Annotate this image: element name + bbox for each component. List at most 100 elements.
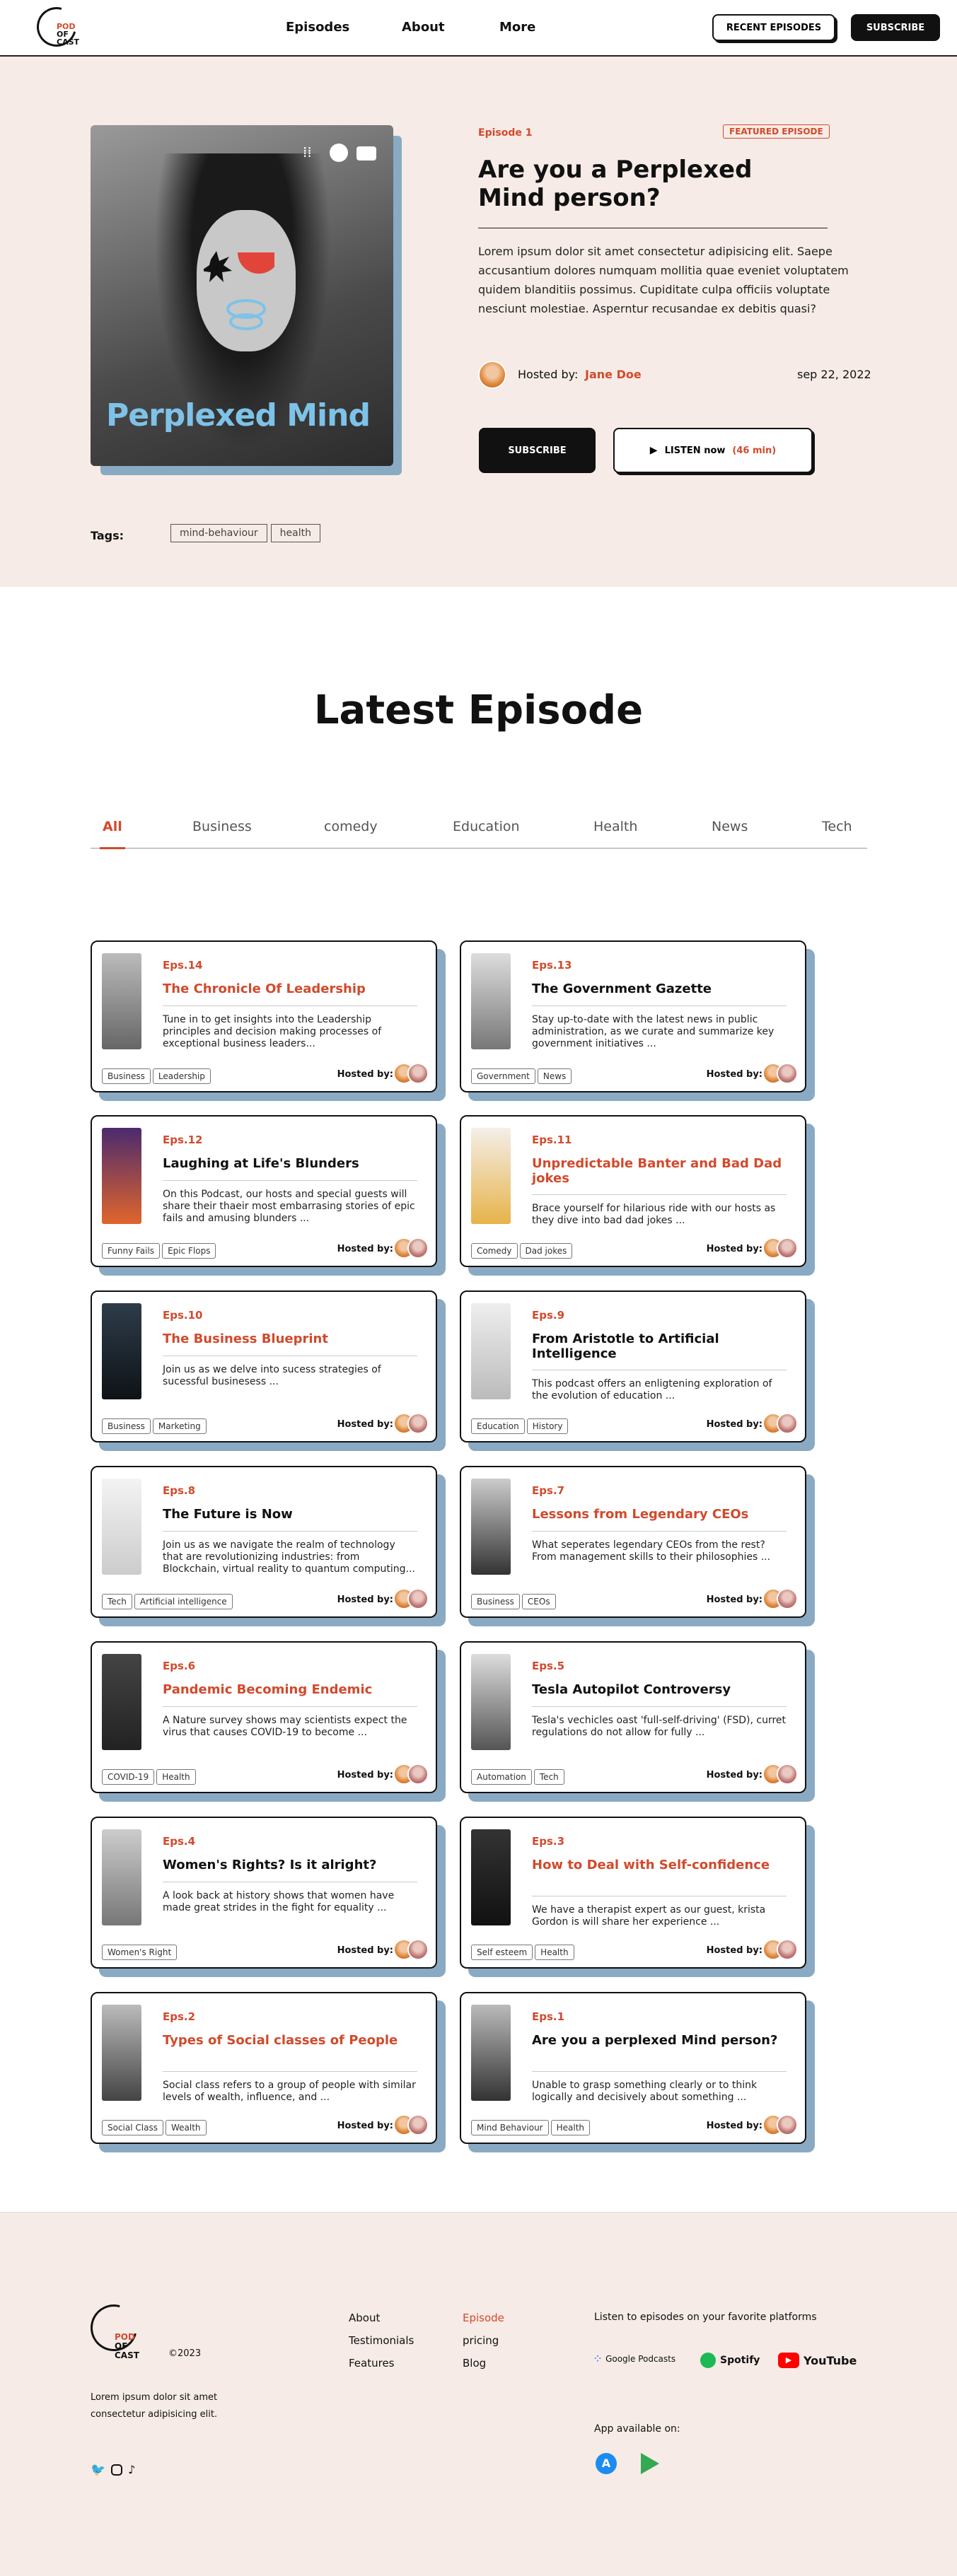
episode-title[interactable]: The Future is Now [163, 1507, 417, 1522]
episode-number: Eps.1 [532, 2010, 565, 2023]
episode-tag[interactable]: Social Class [102, 2120, 163, 2135]
episode-title[interactable]: Are you a perplexed Mind person? [532, 2033, 787, 2048]
episode-card[interactable]: Eps.2 Types of Social classes of People … [91, 1992, 437, 2144]
episode-tag[interactable]: Funny Fails [102, 1243, 161, 1259]
episode-number: Eps.3 [532, 1835, 565, 1848]
google-play-icon[interactable] [641, 2453, 659, 2474]
nav-episodes[interactable]: Episodes [286, 20, 349, 35]
filter-all[interactable]: All [103, 819, 122, 834]
footer-link-pricing[interactable]: pricing [463, 2334, 499, 2347]
episode-tag[interactable]: News [537, 1068, 572, 1084]
footer-link-blog[interactable]: Blog [463, 2357, 486, 2370]
episode-title[interactable]: Women's Rights? Is it alright? [163, 1858, 417, 1872]
footer-link-testimonials[interactable]: Testimonials [349, 2334, 414, 2347]
episode-tag[interactable]: Health [535, 1945, 574, 1960]
episode-card[interactable]: Eps.8 The Future is Now Join us as we na… [91, 1466, 437, 1618]
spotify-badge[interactable]: Spotify [700, 2353, 760, 2368]
episode-title[interactable]: Tesla Autopilot Controversy [532, 1682, 787, 1697]
episode-description: We have a therapist expert as our guest,… [532, 1904, 766, 1928]
episode-tag[interactable]: Education [471, 1418, 525, 1434]
episode-title[interactable]: Lessons from Legendary CEOs [532, 1507, 787, 1522]
episode-title[interactable]: From Aristotle to Artificial Intelligenc… [532, 1331, 787, 1361]
platforms-label: Listen to episodes on your favorite plat… [594, 2312, 817, 2323]
episode-tag[interactable]: Mind Behaviour [471, 2120, 549, 2135]
filter-comedy[interactable]: comedy [324, 819, 378, 834]
episode-card[interactable]: Eps.3 How to Deal with Self-confidence W… [460, 1817, 806, 1969]
episode-title[interactable]: The Chronicle Of Leadership [163, 981, 417, 996]
episode-tag[interactable]: Comedy [471, 1243, 518, 1259]
episode-tag[interactable]: Automation [471, 1769, 532, 1785]
episode-tag[interactable]: History [526, 1418, 569, 1434]
cover-spotify-icon[interactable] [330, 144, 348, 162]
episode-tag[interactable]: Marketing [152, 1418, 207, 1434]
episode-tag[interactable]: Self esteem [471, 1945, 533, 1960]
recent-episodes-button[interactable]: RECENT EPISODES [712, 14, 835, 41]
cover-podcast-icon[interactable]: ⁞⁞ [303, 144, 321, 162]
footer-link-about[interactable]: About [349, 2312, 380, 2324]
episode-tag[interactable]: Epic Flops [162, 1243, 216, 1259]
listen-now-button[interactable]: ▶ LISTEN now (46 min) [613, 428, 813, 473]
episode-tag[interactable]: CEOs [521, 1594, 556, 1609]
filter-health[interactable]: Health [593, 819, 637, 834]
episode-tag[interactable]: Wealth [165, 2120, 207, 2135]
episode-tag[interactable]: Artificial intelligence [134, 1594, 233, 1609]
episode-description: A look back at history shows that women … [163, 1890, 395, 1913]
episode-tag[interactable]: Dad jokes [519, 1243, 573, 1259]
filter-news[interactable]: News [712, 819, 748, 834]
episode-card[interactable]: Eps.4 Women's Rights? Is it alright? A l… [91, 1817, 437, 1969]
filter-tech[interactable]: Tech [822, 819, 852, 834]
filter-education[interactable]: Education [453, 819, 520, 834]
episode-card[interactable]: Eps.13 The Government Gazette Stay up-to… [460, 940, 806, 1092]
episode-tag[interactable]: Tech [533, 1769, 564, 1785]
episode-card[interactable]: Eps.6 Pandemic Becoming Endemic A Nature… [91, 1641, 437, 1793]
footer-link-episode[interactable]: Episode [463, 2312, 504, 2324]
episode-card[interactable]: Eps.5 Tesla Autopilot Controversy Tesla'… [460, 1641, 806, 1793]
episode-title[interactable]: The Business Blueprint [163, 1331, 417, 1346]
episode-tag[interactable]: Government [471, 1068, 535, 1084]
episode-tag[interactable]: Business [102, 1418, 151, 1434]
episode-card[interactable]: Eps.1 Are you a perplexed Mind person? U… [460, 1992, 806, 2144]
nav-more[interactable]: More [499, 20, 535, 35]
episode-tag[interactable]: Tech [102, 1594, 132, 1609]
episode-card[interactable]: Eps.12 Laughing at Life's Blunders On th… [91, 1115, 437, 1267]
episode-title[interactable]: Types of Social classes of People [163, 2033, 417, 2048]
footer-logo[interactable]: POD OF CAST [81, 2295, 146, 2360]
footer-link-features[interactable]: Features [349, 2357, 395, 2370]
filter-business[interactable]: Business [192, 819, 252, 834]
episode-title[interactable]: Pandemic Becoming Endemic [163, 1682, 417, 1697]
episode-title[interactable]: The Government Gazette [532, 981, 787, 996]
hero-host-name[interactable]: Jane Doe [585, 368, 642, 381]
episode-tag[interactable]: Business [102, 1068, 151, 1084]
episode-number: Eps.14 [163, 959, 203, 972]
episode-tag[interactable]: Women's Right [102, 1945, 178, 1960]
instagram-icon[interactable] [111, 2464, 123, 2476]
google-podcasts-badge[interactable]: ⁘ Google Podcasts [594, 2354, 675, 2364]
episode-tag[interactable]: Leadership [152, 1068, 211, 1084]
tiktok-icon[interactable]: ♪ [128, 2463, 135, 2477]
twitter-icon[interactable]: 🐦 [91, 2463, 105, 2477]
hero-tag-health[interactable]: health [270, 524, 320, 542]
cover-youtube-icon[interactable] [356, 146, 376, 161]
nav-about[interactable]: About [402, 20, 445, 35]
hero-subscribe-button[interactable]: SUBSCRIBE [479, 428, 596, 473]
episode-card[interactable]: Eps.14 The Chronicle Of Leadership Tune … [91, 940, 437, 1092]
hero-date: sep 22, 2022 [797, 368, 871, 381]
hero-tag-mind-behaviour[interactable]: mind-behaviour [170, 524, 267, 542]
host-avatar-2 [407, 1063, 429, 1084]
episode-card[interactable]: Eps.10 The Business Blueprint Join us as… [91, 1290, 437, 1443]
episode-title[interactable]: How to Deal with Self-confidence [532, 1858, 787, 1872]
episode-title[interactable]: Unpredictable Banter and Bad Dad jokes [532, 1156, 787, 1186]
episode-card[interactable]: Eps.9 From Aristotle to Artificial Intel… [460, 1290, 806, 1443]
youtube-badge[interactable]: ▶ YouTube [778, 2353, 857, 2368]
episode-tag[interactable]: Business [471, 1594, 520, 1609]
logo[interactable]: POD OF CAST [29, 0, 86, 54]
episode-card[interactable]: Eps.7 Lessons from Legendary CEOs What s… [460, 1466, 806, 1618]
episode-tag[interactable]: Health [550, 2120, 591, 2135]
app-store-icon[interactable]: A [596, 2453, 617, 2474]
episode-tag[interactable]: Health [156, 1769, 196, 1785]
subscribe-header-button[interactable]: SUBSCRIBE [851, 14, 940, 41]
episode-tag[interactable]: COVID-19 [102, 1769, 155, 1785]
episode-title[interactable]: Laughing at Life's Blunders [163, 1156, 417, 1171]
host-avatar-2 [407, 1413, 429, 1434]
episode-card[interactable]: Eps.11 Unpredictable Banter and Bad Dad … [460, 1115, 806, 1267]
